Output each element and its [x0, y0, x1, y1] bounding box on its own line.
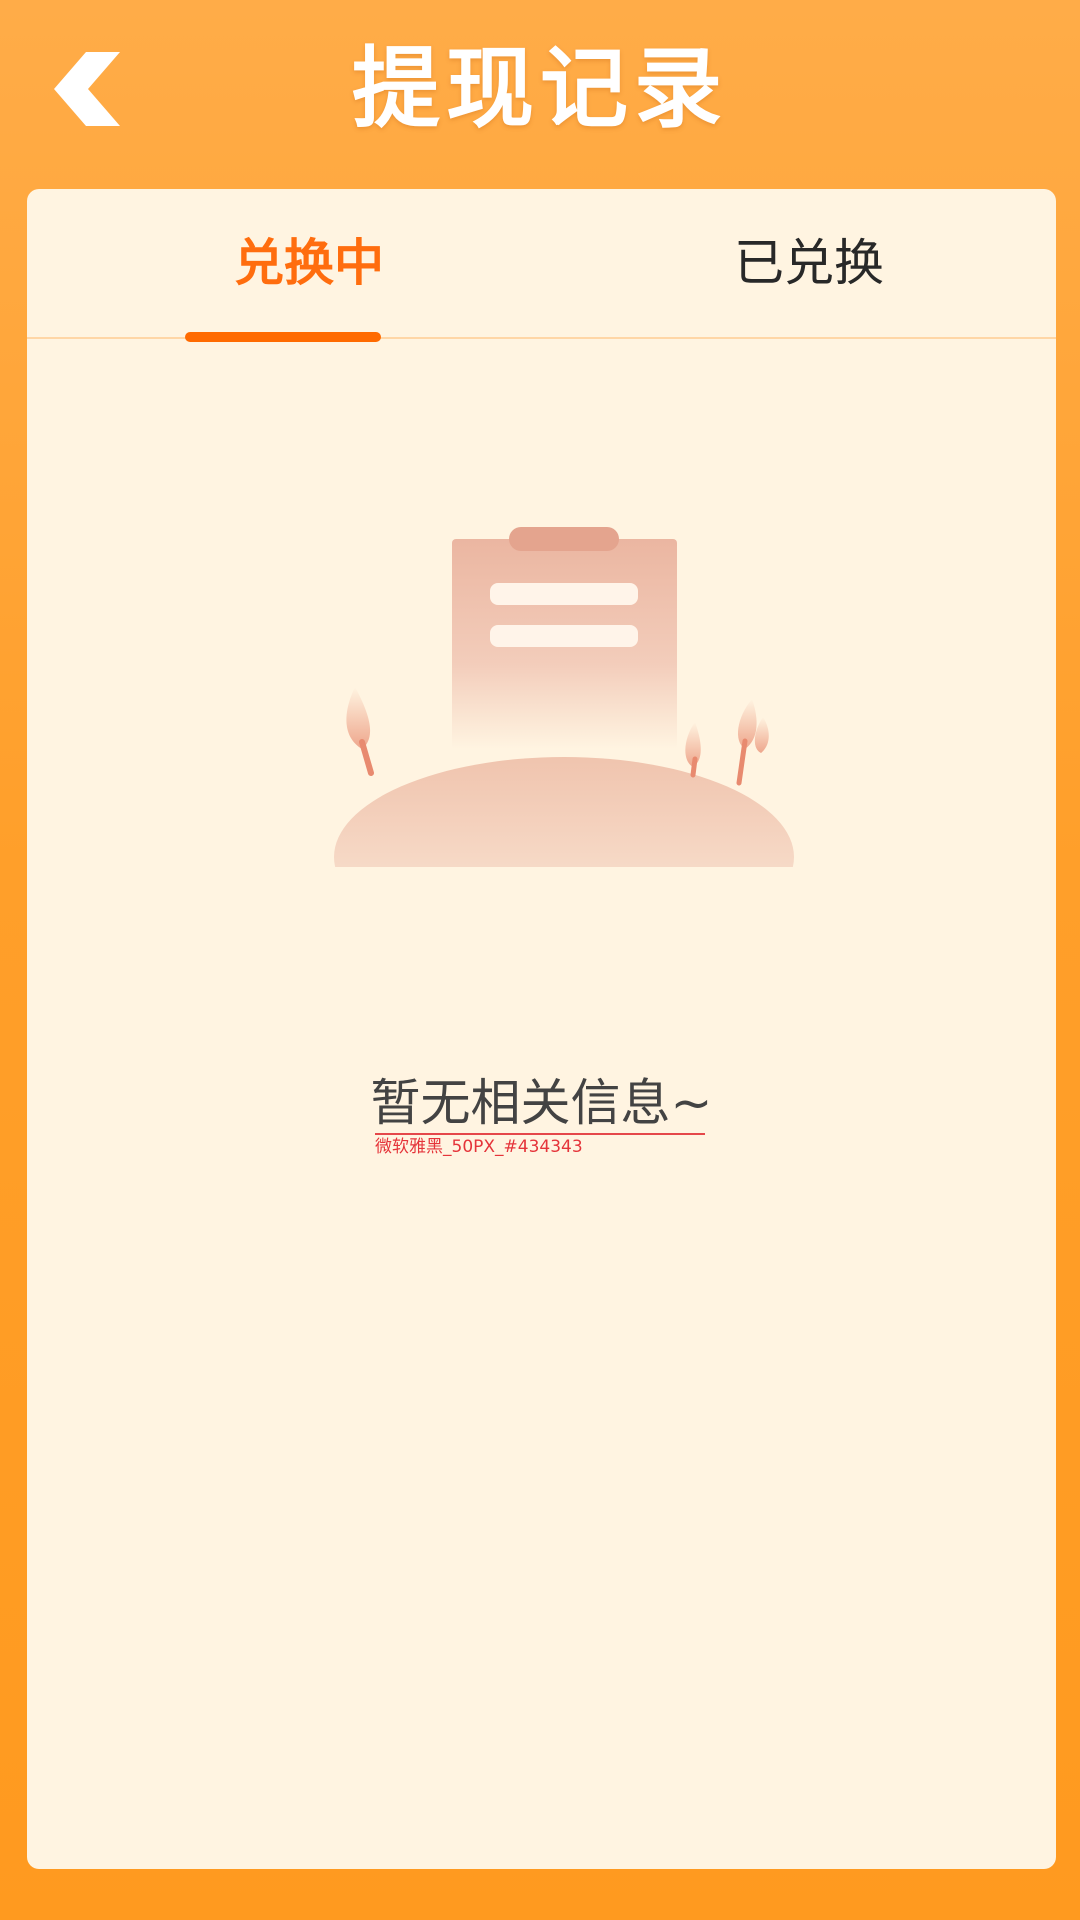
withdrawal-records-screen: { "header": { "title": "提现记录", "back_ico…: [0, 0, 1080, 1920]
empty-clipboard-illustration: [334, 527, 794, 867]
content-card: 兑换中 已兑换 暂无相关信息~ 微软雅黑_50PX_#434343: [27, 189, 1056, 1869]
active-tab-indicator: [185, 332, 381, 342]
tab-exchanging[interactable]: 兑换中: [149, 231, 469, 295]
header-bar: 提现记录: [0, 0, 1080, 188]
empty-state-message: 暂无相关信息~: [370, 1074, 713, 1132]
tab-exchanged[interactable]: 已兑换: [649, 231, 969, 295]
page-title: 提现记录: [351, 37, 728, 140]
tab-bar: 兑换中 已兑换: [27, 189, 1056, 342]
design-spec-annotation: 微软雅黑_50PX_#434343: [375, 1133, 705, 1158]
